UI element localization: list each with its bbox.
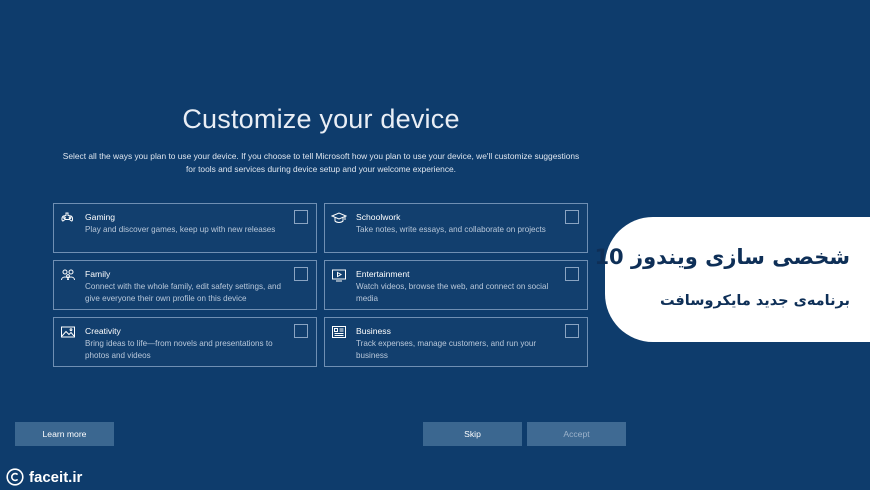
option-description: Bring ideas to life—from novels and pres…: [85, 339, 273, 360]
learn-more-button[interactable]: Learn more: [15, 422, 114, 446]
checkbox[interactable]: [294, 210, 308, 224]
option-schoolwork[interactable]: Schoolwork Take notes, write essays, and…: [324, 203, 588, 253]
checkbox[interactable]: [565, 210, 579, 224]
option-label: Creativity: [85, 326, 121, 336]
page-description: Select all the ways you plan to use your…: [62, 151, 580, 174]
watermark-text: faceit.ir: [29, 468, 83, 486]
business-icon: [331, 324, 347, 340]
option-label: Business: [356, 326, 391, 336]
option-label: Gaming: [85, 212, 116, 222]
watermark: faceit.ir: [6, 468, 82, 486]
checkbox[interactable]: [294, 324, 308, 338]
family-icon: [60, 267, 76, 283]
overlay-subline: برنامه‌ی جدید مایکروسافت: [659, 293, 850, 309]
copyright-icon: [6, 468, 24, 486]
entertainment-icon: [331, 267, 347, 283]
overlay-headline: شخصی سازی ویندوز 10: [594, 245, 850, 269]
option-label: Schoolwork: [356, 212, 401, 222]
option-description: Take notes, write essays, and collaborat…: [356, 225, 546, 234]
option-entertainment[interactable]: Entertainment Watch videos, browse the w…: [324, 260, 588, 310]
option-gaming[interactable]: Gaming Play and discover games, keep up …: [53, 203, 317, 253]
option-description: Track expenses, manage customers, and ru…: [356, 339, 537, 360]
option-description: Play and discover games, keep up with ne…: [85, 225, 276, 234]
gamepad-icon: [60, 210, 76, 226]
picture-icon: [60, 324, 76, 340]
option-business[interactable]: Business Track expenses, manage customer…: [324, 317, 588, 367]
option-family[interactable]: Family Connect with the whole family, ed…: [53, 260, 317, 310]
skip-button[interactable]: Skip: [423, 422, 522, 446]
option-description: Connect with the whole family, edit safe…: [85, 282, 282, 303]
option-label: Family: [85, 269, 111, 279]
checkbox[interactable]: [565, 324, 579, 338]
page-title: Customize your device: [182, 104, 460, 134]
option-creativity[interactable]: Creativity Bring ideas to life—from nove…: [53, 317, 317, 367]
accept-button[interactable]: Accept: [527, 422, 626, 446]
checkbox[interactable]: [565, 267, 579, 281]
option-label: Entertainment: [356, 269, 410, 279]
promo-overlay: شخصی سازی ویندوز 10 برنامه‌ی جدید مایکرو…: [594, 217, 870, 342]
option-description: Watch videos, browse the web, and connec…: [356, 282, 549, 303]
checkbox[interactable]: [294, 267, 308, 281]
graduation-cap-icon: [331, 210, 347, 226]
